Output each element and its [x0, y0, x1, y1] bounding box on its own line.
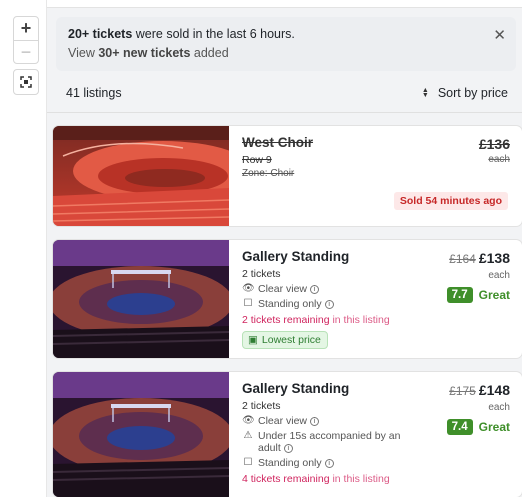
fit-view-button[interactable] — [13, 69, 39, 95]
warning-icon: ⚠ — [243, 430, 253, 441]
rating-score: 7.7 — [446, 287, 473, 303]
seat-view-image — [53, 126, 229, 226]
listing-title: West Choir — [242, 135, 314, 150]
remaining-text: 2 tickets remaining in this listing — [242, 314, 390, 326]
notice-new-link[interactable]: View 30+ new tickets added — [68, 46, 504, 60]
info-icon[interactable]: i — [283, 444, 293, 453]
info-icon[interactable]: i — [310, 417, 320, 426]
close-icon[interactable]: ✕ — [493, 26, 506, 44]
old-price: £164 — [449, 252, 476, 266]
sort-icon: ▲ ▼ — [421, 87, 429, 99]
remaining-text: 4 tickets remaining in this listing — [242, 473, 390, 485]
listing-row: Row 9 — [242, 154, 272, 166]
rating-score: 7.4 — [446, 419, 473, 435]
sold-badge: Sold 54 minutes ago — [393, 192, 508, 210]
price-unit: each — [488, 402, 510, 413]
listing-card[interactable]: Gallery Standing 2 tickets 👁 Clear view i… — [53, 240, 522, 358]
price-unit: each — [488, 270, 510, 281]
rating: 7.7 Great — [446, 287, 510, 303]
seat-view-image — [53, 240, 229, 358]
rating-label: Great — [478, 288, 510, 302]
listing-count: 41 listings — [66, 86, 122, 100]
listing-price: £175 £148 each 7.4 Great — [446, 382, 510, 435]
listing-card[interactable]: West Choir Row 9 Zone: Choir £136 each S… — [53, 126, 522, 226]
listing-toolbar: 41 listings ▲ ▼ Sort by price — [47, 80, 522, 106]
panel-top-border — [47, 0, 522, 8]
listing-zone: Zone: Choir — [242, 168, 295, 179]
old-price: £175 — [449, 384, 476, 398]
divider — [47, 112, 522, 113]
map-controls: + − — [0, 0, 47, 497]
eye-icon: 👁 — [242, 415, 255, 426]
checkbox-icon: ☐ — [243, 457, 253, 468]
price-value: £138 — [478, 250, 510, 266]
fit-screen-icon — [20, 76, 32, 88]
price-value: £148 — [478, 382, 510, 398]
eye-icon: 👁 — [242, 283, 255, 294]
zoom-out-button[interactable]: − — [14, 40, 38, 63]
zoom-in-button[interactable]: + — [14, 17, 38, 40]
rating: 7.4 Great — [446, 419, 510, 435]
info-icon[interactable]: i — [310, 285, 320, 294]
seat-view-image — [53, 372, 229, 497]
info-icon[interactable]: i — [324, 459, 334, 468]
lowest-price-badge: ▣ Lowest price — [242, 331, 328, 349]
price-value: £136 — [478, 136, 510, 152]
zoom-controls: + − — [13, 16, 39, 64]
notice-sold-text: 20+ tickets were sold in the last 6 hour… — [68, 27, 295, 41]
checkbox-icon: ☐ — [243, 298, 253, 309]
price-unit: each — [488, 154, 510, 165]
info-icon[interactable]: i — [324, 300, 334, 309]
activity-notice: 20+ tickets were sold in the last 6 hour… — [56, 17, 516, 71]
listing-card[interactable]: Gallery Standing 2 tickets 👁 Clear view i… — [53, 372, 522, 497]
rating-label: Great — [478, 420, 510, 434]
listing-info: West Choir Row 9 Zone: Choir — [242, 135, 510, 179]
sort-button[interactable]: ▲ ▼ Sort by price — [422, 86, 508, 100]
listing-price: £136 each — [479, 136, 510, 165]
tag-icon: ▣ — [248, 334, 258, 346]
listing-price: £164 £138 each 7.7 Great — [446, 250, 510, 303]
feature-standing-only: ☐ Standing only i — [242, 457, 510, 469]
listings-panel: 20+ tickets were sold in the last 6 hour… — [47, 0, 522, 497]
sort-label: Sort by price — [437, 86, 508, 100]
